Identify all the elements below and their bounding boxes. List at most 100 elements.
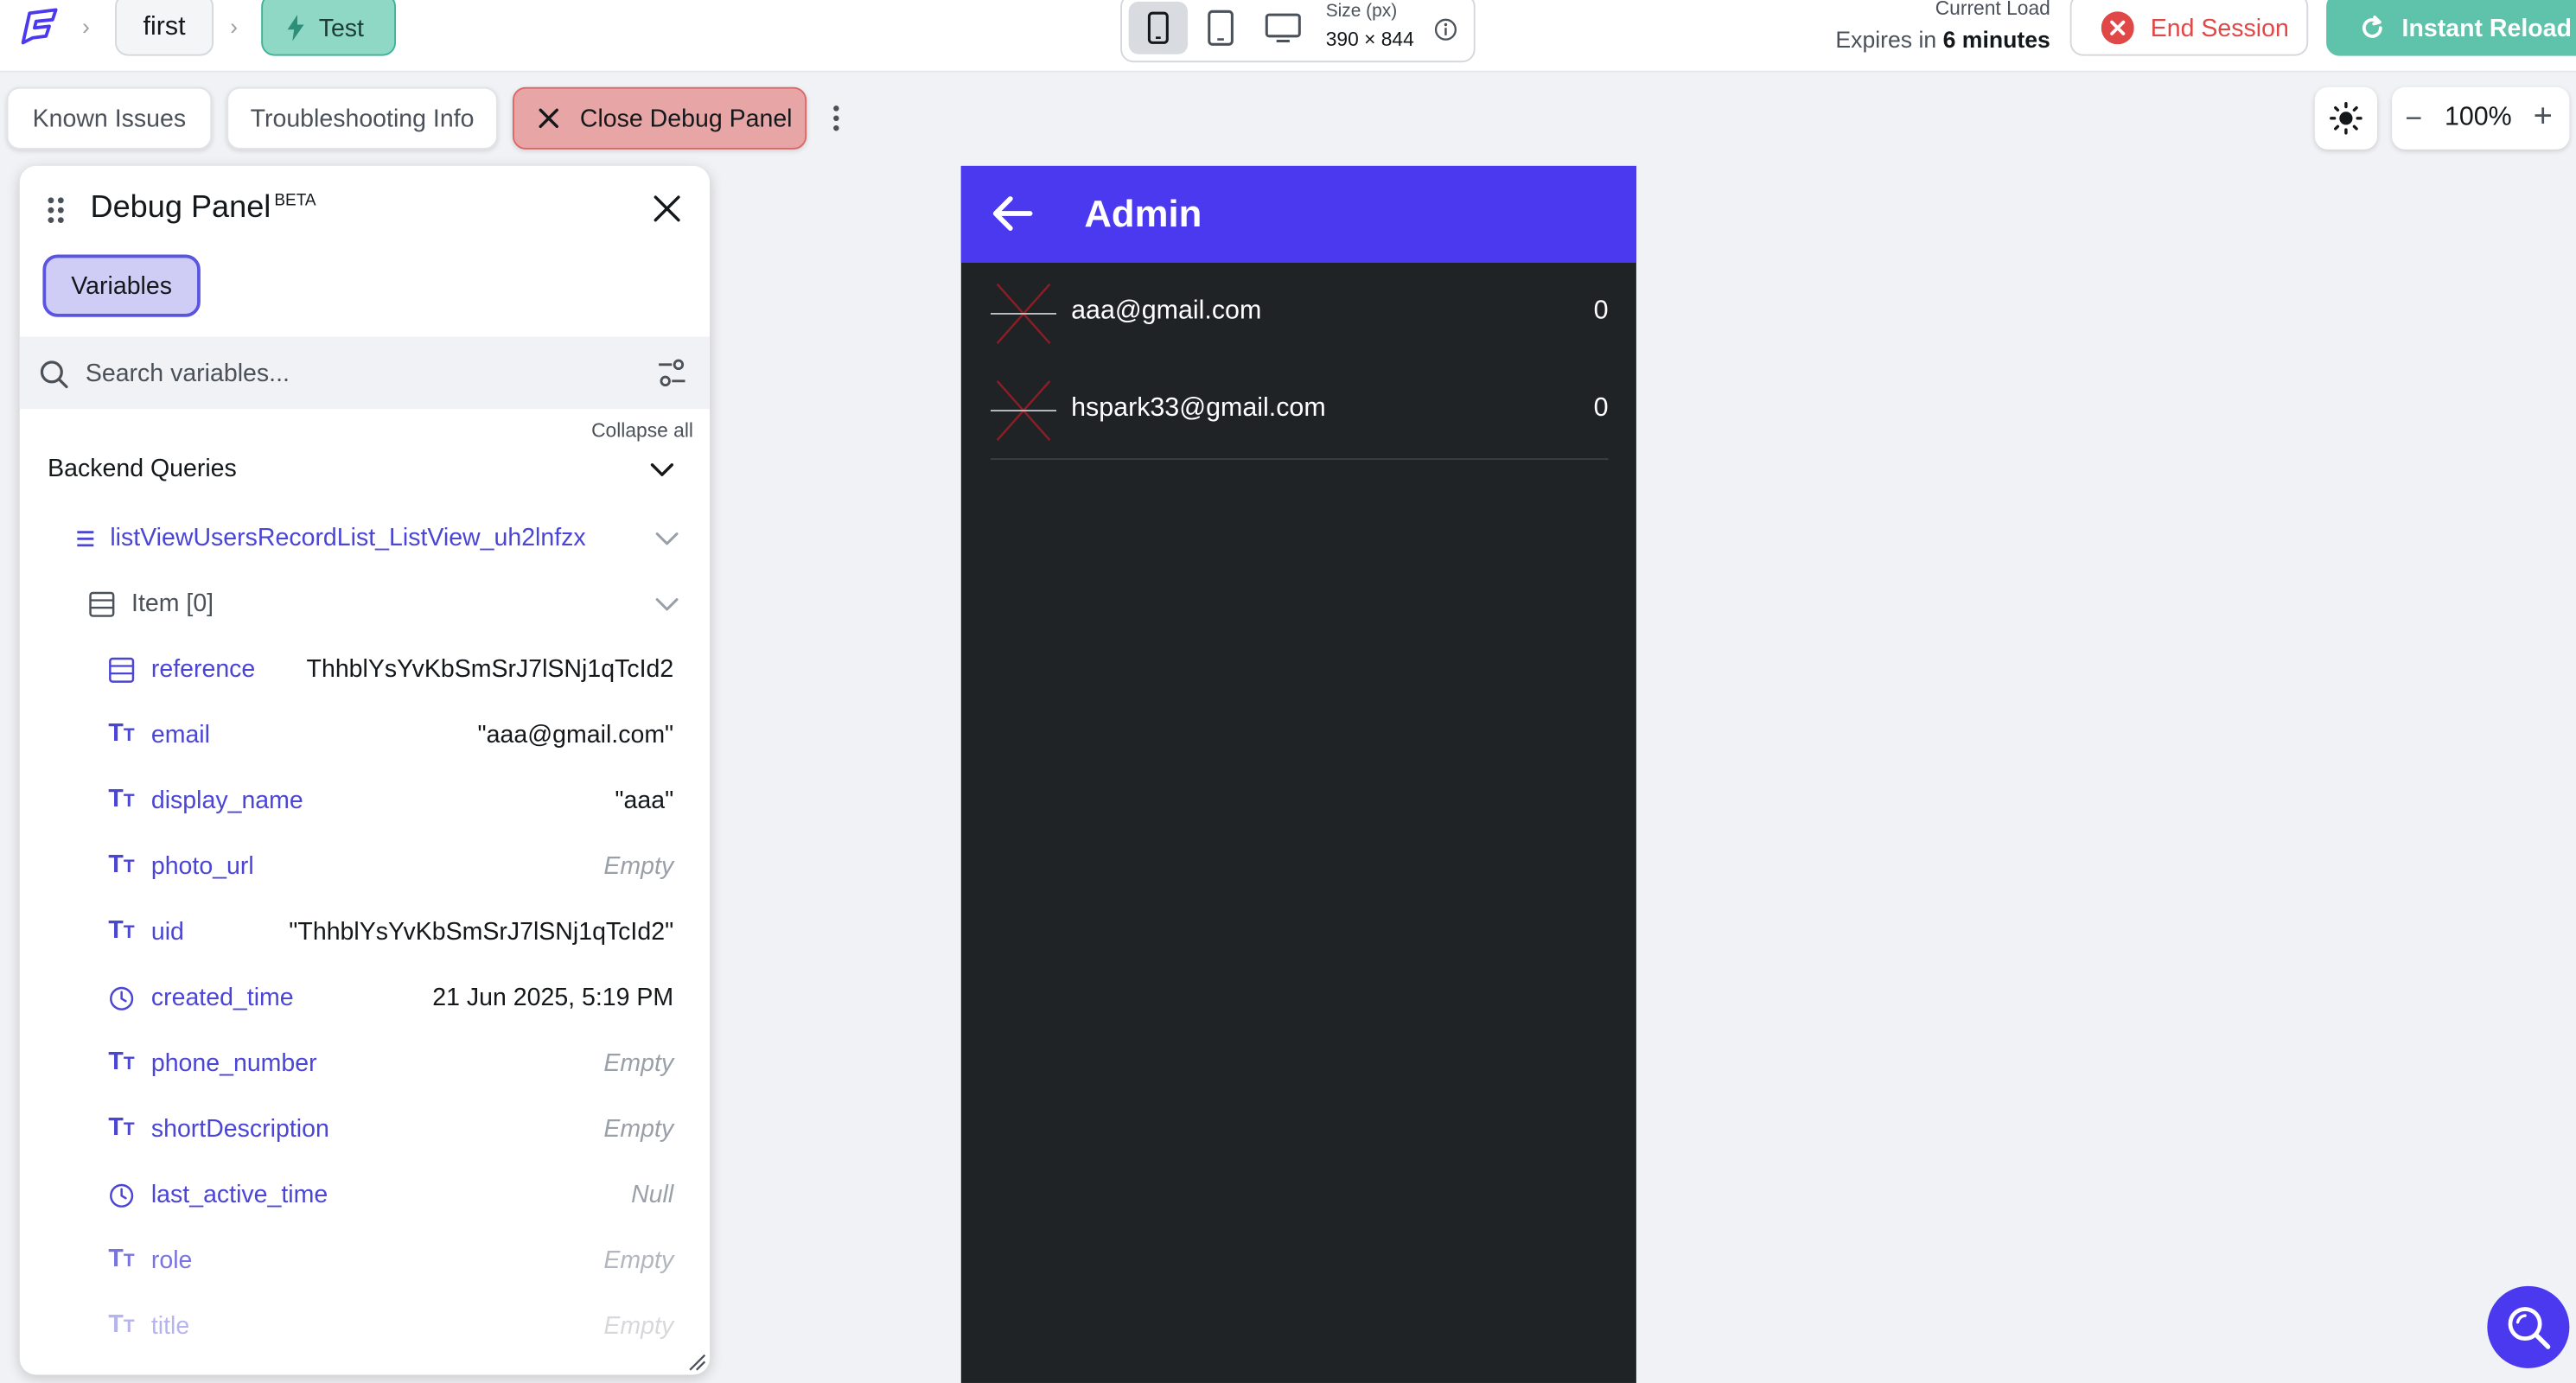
filter-icon[interactable] (657, 358, 686, 387)
close-circle-icon (2101, 11, 2134, 45)
variable-name: display_name (150, 787, 303, 815)
broken-image-icon (991, 283, 1057, 344)
size-value: 390 × 844 (1325, 28, 1414, 51)
variable-value: Empty (603, 1246, 674, 1275)
close-debug-panel-button[interactable]: Close Debug Panel (512, 86, 807, 150)
close-debug-panel-label: Close Debug Panel (579, 104, 793, 132)
back-arrow-icon[interactable] (991, 195, 1033, 232)
variable-name: uid (150, 918, 184, 946)
tablet-device-button[interactable] (1191, 2, 1250, 54)
list-query-row[interactable]: listViewUsersRecordList_ListView_uh2lnfz… (75, 520, 683, 560)
beta-badge: BETA (274, 192, 316, 211)
breadcrumb-first[interactable]: first (115, 0, 214, 56)
document-icon (89, 591, 115, 617)
item-row[interactable]: Item [0] (89, 586, 684, 626)
chevron-right-icon: › (230, 13, 238, 40)
search-fab-button[interactable] (2487, 1285, 2570, 1368)
variable-row-last-active-time[interactable]: last_active_time Null (108, 1177, 673, 1217)
variable-row-phone-number[interactable]: TT phone_number Empty (108, 1046, 673, 1086)
current-load-label: Current Load (1935, 0, 2050, 20)
search-icon (40, 360, 68, 389)
chevron-down-icon (650, 463, 674, 476)
user-count: 0 (1593, 394, 1609, 423)
search-icon (2508, 1307, 2551, 1349)
user-email: hspark33@gmail.com (1071, 394, 1326, 423)
list-icon (77, 531, 94, 547)
clock-icon (110, 1183, 134, 1208)
tab-variables[interactable]: Variables (42, 254, 201, 317)
more-options-icon[interactable] (825, 102, 848, 135)
instant-reload-label: Instant Reload (2401, 14, 2572, 42)
variable-row-short-description[interactable]: TT shortDescription Empty (108, 1112, 673, 1151)
variable-row-title[interactable]: TT title Empty (108, 1309, 673, 1348)
chevron-right-icon: › (82, 13, 90, 40)
variable-value: "aaa@gmail.com" (477, 721, 674, 749)
drag-handle-icon[interactable] (46, 195, 66, 225)
text-type-icon: TT (108, 785, 135, 813)
variable-row-photo-url[interactable]: TT photo_url Empty (108, 849, 673, 889)
list-item[interactable]: hspark33@gmail.com 0 (991, 374, 1609, 447)
search-bar (19, 336, 711, 410)
list-query-label: listViewUsersRecordList_ListView_uh2lnfz… (110, 524, 586, 552)
info-icon[interactable] (1434, 18, 1457, 41)
zoom-in-icon[interactable]: + (2534, 99, 2553, 137)
variable-value: ThhblYsYvKbSmSrJ7lSNj1qTcId2 (306, 655, 674, 684)
text-type-icon: TT (108, 916, 135, 945)
sun-icon (2330, 102, 2362, 135)
zoom-out-icon[interactable]: − (2405, 102, 2422, 137)
close-icon[interactable] (651, 192, 684, 225)
refresh-icon (2362, 16, 2382, 38)
variable-row-display-name[interactable]: TT display_name "aaa" (108, 783, 673, 823)
variable-row-uid[interactable]: TT uid "ThhblYsYvKbSmSrJ7lSNj1qTcId2" (108, 915, 673, 954)
variable-value: Empty (603, 1312, 674, 1341)
breadcrumb-test[interactable]: Test (261, 0, 397, 56)
list-item[interactable]: aaa@gmail.com 0 (991, 277, 1609, 350)
chevron-down-icon (655, 598, 679, 611)
user-count: 0 (1593, 296, 1609, 326)
variable-name: last_active_time (150, 1181, 328, 1209)
end-session-button[interactable]: End Session (2069, 0, 2309, 56)
end-session-label: End Session (2150, 14, 2289, 42)
backend-queries-section[interactable]: Backend Queries (48, 455, 688, 494)
text-type-icon: TT (108, 719, 135, 748)
collapse-all-link[interactable]: Collapse all (591, 419, 693, 443)
breadcrumb-test-label: Test (318, 14, 364, 42)
document-ref-icon (109, 657, 135, 683)
search-variables-input[interactable] (85, 353, 628, 393)
debug-panel-title: Debug Panel (90, 190, 271, 226)
variable-value: 21 Jun 2025, 5:19 PM (432, 984, 674, 1012)
variable-value: Null (631, 1181, 674, 1209)
tablet-icon (1208, 10, 1234, 46)
section-label: Backend Queries (48, 455, 237, 483)
variable-row-created-time[interactable]: created_time 21 Jun 2025, 5:19 PM (108, 980, 673, 1020)
app-logo-icon[interactable] (13, 3, 62, 53)
variable-row-reference[interactable]: reference ThhblYsYvKbSmSrJ7lSNj1qTcId2 (108, 652, 673, 692)
resize-handle-icon[interactable] (686, 1352, 706, 1372)
variable-name: shortDescription (150, 1115, 329, 1144)
chevron-down-icon (655, 532, 679, 545)
desktop-device-button[interactable] (1253, 2, 1312, 54)
known-issues-label: Known Issues (32, 104, 187, 132)
variable-row-role[interactable]: TT role Empty (108, 1243, 673, 1283)
expires-prefix: Expires in (1835, 26, 1937, 53)
app-root: › first › Test Size (px) 390 × 844 Curre… (0, 0, 2576, 1383)
variable-row-email[interactable]: TT email "aaa@gmail.com" (108, 717, 673, 757)
clock-icon (110, 986, 134, 1010)
tab-variables-label: Variables (71, 271, 172, 300)
theme-toggle-button[interactable] (2314, 86, 2378, 150)
variable-name: photo_url (150, 852, 254, 881)
text-type-icon: TT (108, 1113, 135, 1142)
troubleshooting-info-button[interactable]: Troubleshooting Info (226, 86, 498, 150)
phone-device-button[interactable] (1128, 1, 1189, 54)
variable-name: reference (150, 655, 256, 684)
debug-panel: Debug Panel BETA Variables Collapse all … (19, 165, 711, 1375)
expires-value: 6 minutes (1942, 26, 2050, 53)
text-type-icon: TT (108, 851, 135, 879)
text-type-icon: TT (108, 1048, 135, 1076)
known-issues-button[interactable]: Known Issues (6, 86, 213, 150)
size-label: Size (px) (1325, 1, 1398, 22)
list-divider (991, 458, 1609, 461)
broken-image-icon (991, 380, 1057, 442)
device-selector: Size (px) 390 × 844 (1120, 0, 1476, 63)
instant-reload-button[interactable]: Instant Reload (2326, 0, 2576, 56)
